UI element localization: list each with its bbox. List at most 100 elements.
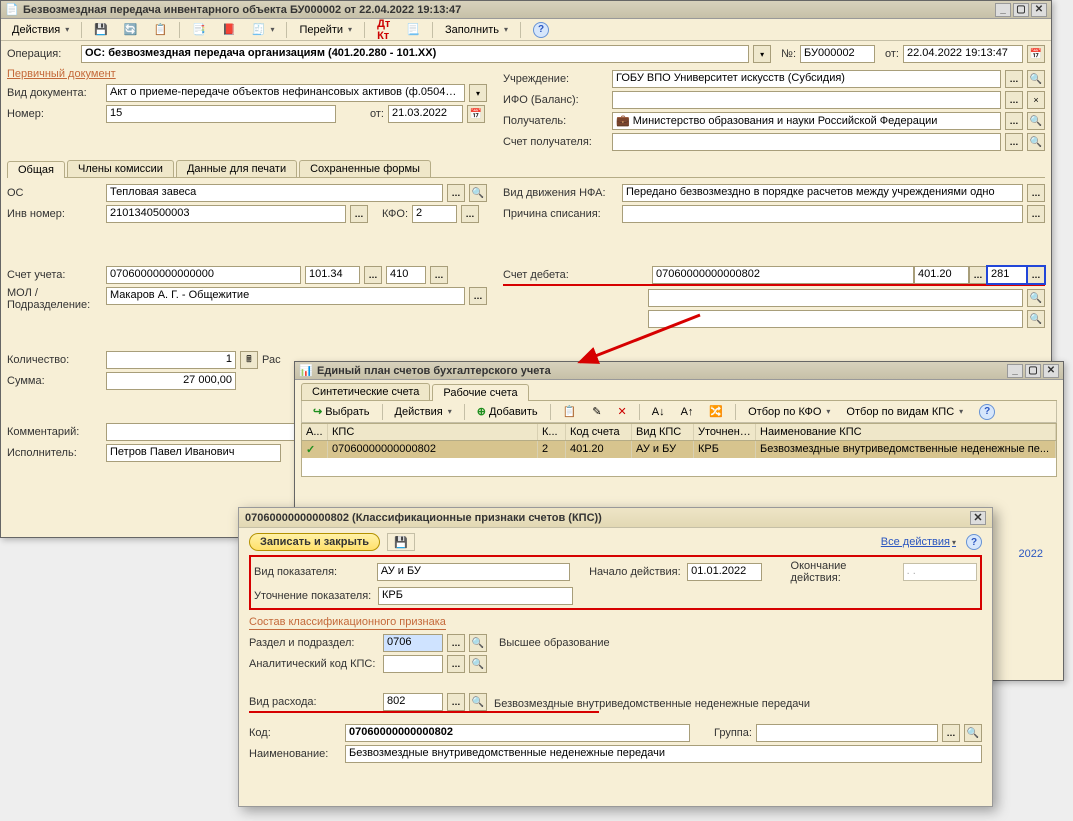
mol-field[interactable]: Макаров А. Г. - Общежитие [106, 287, 465, 305]
number-field[interactable]: 15 [106, 105, 336, 123]
expense-search[interactable] [469, 693, 487, 711]
plan-help-icon[interactable]: ? [972, 403, 1002, 421]
tab-print-data[interactable]: Данные для печати [176, 160, 297, 177]
recipient-account-search[interactable] [1027, 133, 1045, 151]
refine-field[interactable]: КРБ [378, 587, 573, 605]
filter-kps-menu[interactable]: Отбор по видам КПС [839, 403, 970, 421]
writeoff-field[interactable] [622, 205, 1023, 223]
save-and-close-button[interactable]: Записать и закрыть [249, 533, 380, 551]
institution-lookup[interactable] [1005, 70, 1023, 88]
col-vid[interactable]: Вид КПС [632, 424, 694, 440]
tab-working[interactable]: Рабочие счета [432, 384, 528, 401]
date-picker-icon[interactable] [1027, 45, 1045, 63]
add-button[interactable]: ⊕ Добавить [470, 403, 545, 421]
doc-date-picker-icon[interactable] [467, 105, 485, 123]
recipient-account-field[interactable] [612, 133, 1001, 151]
tb-filter-icon[interactable]: 🔀 [702, 403, 730, 421]
debit-sub2-field[interactable] [648, 310, 1023, 328]
tb-copy-icon[interactable]: 📋 [147, 21, 175, 39]
num-field[interactable]: БУ000002 [800, 45, 875, 63]
ifo-field[interactable] [612, 91, 1001, 109]
qty-field[interactable]: 1 [106, 351, 236, 369]
grid-row-selected[interactable]: 07060000000000802 2 401.20 АУ и БУ КРБ Б… [302, 441, 1056, 458]
end-field[interactable]: . . [903, 563, 977, 581]
tab-commission[interactable]: Члены комиссии [67, 160, 174, 177]
kps-close-button[interactable]: ✕ [970, 511, 986, 525]
ifo-lookup[interactable] [1005, 91, 1023, 109]
tb-post-icon[interactable]: 📑 [185, 21, 213, 39]
minimize-button[interactable]: _ [995, 3, 1011, 17]
debit2-lookup[interactable] [969, 266, 987, 284]
exec-field[interactable]: Петров Павел Иванович [106, 444, 281, 462]
operation-field[interactable]: ОС: безвозмездная передача организациям … [81, 45, 749, 63]
recipient-lookup[interactable] [1005, 112, 1023, 130]
operation-dropdown[interactable] [753, 45, 771, 63]
section-lookup[interactable] [447, 634, 465, 652]
writeoff-lookup[interactable] [1027, 205, 1045, 223]
goto-menu[interactable]: Перейти [292, 21, 359, 39]
akps-lookup[interactable] [447, 655, 465, 673]
doc-type-dropdown[interactable] [469, 84, 487, 102]
save-button[interactable]: 💾 [387, 533, 415, 551]
section-search[interactable] [469, 634, 487, 652]
code-field[interactable]: 07060000000000802 [345, 724, 690, 742]
debit1-field[interactable]: 07060000000000802 [652, 266, 914, 284]
help-icon[interactable]: ? [526, 21, 556, 39]
debit3-lookup[interactable] [1027, 266, 1045, 284]
tab-synthetic[interactable]: Синтетические счета [301, 383, 430, 400]
debit2-field[interactable]: 401.20 [914, 266, 969, 284]
acct3-field[interactable]: 410 [386, 266, 426, 284]
tab-general[interactable]: Общая [7, 161, 65, 178]
kind-field[interactable]: АУ и БУ [377, 563, 570, 581]
tb-copy2-icon[interactable]: 📋 [556, 403, 584, 421]
inv-field[interactable]: 2101340500003 [106, 205, 346, 223]
os-search[interactable] [469, 184, 487, 202]
tb-unpost-icon[interactable]: 📕 [215, 21, 243, 39]
institution-search[interactable] [1027, 70, 1045, 88]
debit-sub1-search[interactable] [1027, 289, 1045, 307]
tb-structure-icon[interactable]: 🧾 [245, 21, 282, 39]
akps-search[interactable] [469, 655, 487, 673]
filter-kfo-menu[interactable]: Отбор по КФО [741, 403, 837, 421]
acct3-lookup[interactable] [430, 266, 448, 284]
fill-menu[interactable]: Заполнить [438, 21, 515, 39]
name-field[interactable]: Безвозмездные внутриведомственные недене… [345, 745, 982, 763]
doc-type-field[interactable]: Акт о приеме-передаче объектов нефинансо… [106, 84, 465, 102]
col-a[interactable]: А... [302, 424, 328, 440]
datetime-field[interactable]: 22.04.2022 19:13:47 [903, 45, 1023, 63]
qty-calc[interactable]: 🖩 [240, 351, 258, 369]
debit-sub2-search[interactable] [1027, 310, 1045, 328]
tb-sort-desc-icon[interactable]: A↑ [674, 403, 701, 421]
nfa-field[interactable]: Передано безвозмездно в порядке расчетов… [622, 184, 1023, 202]
kfo-field[interactable]: 2 [412, 205, 457, 223]
group-search[interactable] [964, 724, 982, 742]
tb-delete-icon[interactable]: ✕ [611, 403, 634, 421]
debit3-field[interactable]: 281 [987, 266, 1027, 284]
col-code[interactable]: Код счета [566, 424, 632, 440]
close-button[interactable]: ✕ [1031, 3, 1047, 17]
col-utoch[interactable]: Уточнени... [694, 424, 756, 440]
tb-dtct-icon[interactable]: ДтКт [370, 21, 397, 39]
recipient-account-lookup[interactable] [1005, 133, 1023, 151]
plan-minimize[interactable]: _ [1007, 364, 1023, 378]
kps-help-icon[interactable]: ? [966, 534, 982, 550]
expense-lookup[interactable] [447, 693, 465, 711]
doc-date-field[interactable]: 21.03.2022 [388, 105, 463, 123]
sum-field[interactable]: 27 000,00 [106, 372, 236, 390]
col-name[interactable]: Наименование КПС [756, 424, 1056, 440]
tb-edit-icon[interactable]: ✎ [585, 403, 608, 421]
plan-maximize[interactable]: ▢ [1025, 364, 1041, 378]
nfa-lookup[interactable] [1027, 184, 1045, 202]
tb-save-icon[interactable]: 💾 [87, 21, 115, 39]
col-k[interactable]: К... [538, 424, 566, 440]
group-field[interactable] [756, 724, 938, 742]
mol-lookup[interactable] [469, 287, 487, 305]
institution-field[interactable]: ГОБУ ВПО Университет искусств (Субсидия) [612, 70, 1001, 88]
ifo-clear[interactable]: × [1027, 91, 1045, 109]
start-field[interactable]: 01.01.2022 [687, 563, 761, 581]
os-lookup[interactable] [447, 184, 465, 202]
acct2-lookup[interactable] [364, 266, 382, 284]
tab-saved-forms[interactable]: Сохраненные формы [299, 160, 431, 177]
actions-menu[interactable]: Действия [5, 21, 76, 39]
expense-field[interactable]: 802 [383, 693, 443, 711]
